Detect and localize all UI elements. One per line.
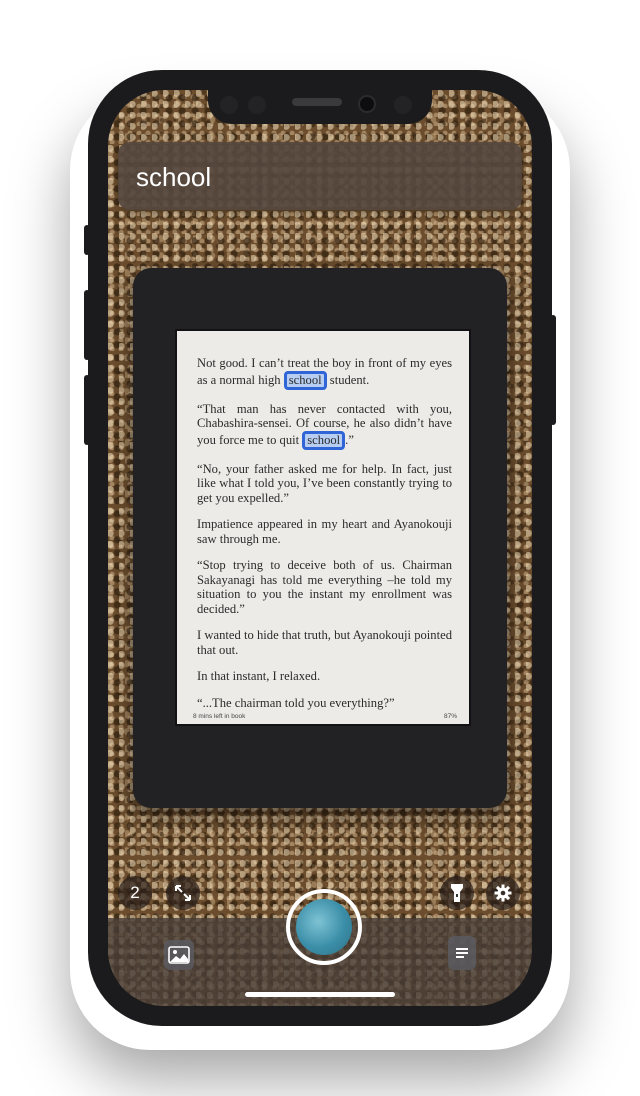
book-paragraph: Not good. I can’t treat the boy in front…	[197, 356, 452, 390]
paragraph-text: Impatience appeared in my heart and Ayan…	[197, 517, 452, 546]
shutter-preview	[296, 899, 352, 955]
paragraph-text: In that instant, I relaxed.	[197, 669, 321, 683]
book-paragraph: I wanted to hide that truth, but Ayanoko…	[197, 628, 452, 657]
document-text-icon	[456, 948, 468, 958]
paragraph-text: I wanted to hide that truth, but Ayanoko…	[197, 628, 452, 657]
book-paragraph: In that instant, I relaxed.	[197, 669, 452, 684]
gallery-button[interactable]	[164, 940, 194, 970]
notch	[208, 90, 432, 124]
progress-percent: 87%	[443, 713, 457, 720]
kindle-footer: 8 mins left in book 87%	[193, 713, 457, 720]
kindle-device: Not good. I can’t treat the boy in front…	[133, 268, 507, 808]
paragraph-text: “Stop trying to deceive both of us. Chai…	[197, 558, 452, 616]
camera-viewfinder[interactable]: school Not good. I can’t treat the boy i…	[108, 90, 532, 1006]
home-indicator[interactable]	[245, 992, 395, 997]
time-left-label: 8 mins left in book	[193, 713, 246, 720]
shutter-button[interactable]	[286, 889, 362, 965]
speaker-grille	[292, 98, 342, 106]
photo-gallery-icon	[168, 946, 190, 964]
paragraph-text: “No, your father asked me for help. In f…	[197, 461, 452, 505]
flashlight-icon	[451, 884, 463, 902]
sensor	[248, 96, 266, 114]
volume-up-button	[84, 290, 90, 360]
volume-down-button	[84, 375, 90, 445]
book-paragraph: “That man has never contacted with you, …	[197, 402, 452, 450]
mute-switch	[84, 225, 90, 255]
book-paragraph: “...The chairman told you everything?”	[197, 696, 452, 711]
paragraph-text: .”	[345, 432, 354, 447]
flashlight-button[interactable]	[440, 876, 474, 910]
expand-arrows-icon	[175, 885, 191, 901]
sensor	[394, 96, 412, 114]
match-count: 2	[130, 883, 140, 902]
book-paragraph: Impatience appeared in my heart and Ayan…	[197, 517, 452, 546]
search-match-highlight[interactable]: school	[302, 430, 346, 450]
gear-icon	[494, 884, 512, 902]
match-count-badge[interactable]: 2	[118, 876, 152, 910]
search-match-highlight[interactable]: school	[283, 370, 327, 390]
power-button	[550, 315, 556, 425]
book-paragraph: “No, your father asked me for help. In f…	[197, 462, 452, 506]
kindle-screen: Not good. I can’t treat the boy in front…	[175, 329, 471, 726]
front-camera	[358, 95, 376, 113]
expand-button[interactable]	[166, 876, 200, 910]
recognized-text-button[interactable]	[448, 936, 476, 970]
paragraph-text: student.	[326, 372, 370, 387]
paragraph-text: “...The chairman told you everything?”	[197, 695, 395, 710]
search-bar[interactable]: school	[118, 142, 522, 210]
search-input[interactable]: school	[136, 162, 211, 193]
book-paragraph: “Stop trying to deceive both of us. Chai…	[197, 558, 452, 616]
settings-button[interactable]	[486, 876, 520, 910]
book-page-text: Not good. I can’t treat the boy in front…	[197, 356, 452, 722]
sensor	[220, 96, 238, 114]
